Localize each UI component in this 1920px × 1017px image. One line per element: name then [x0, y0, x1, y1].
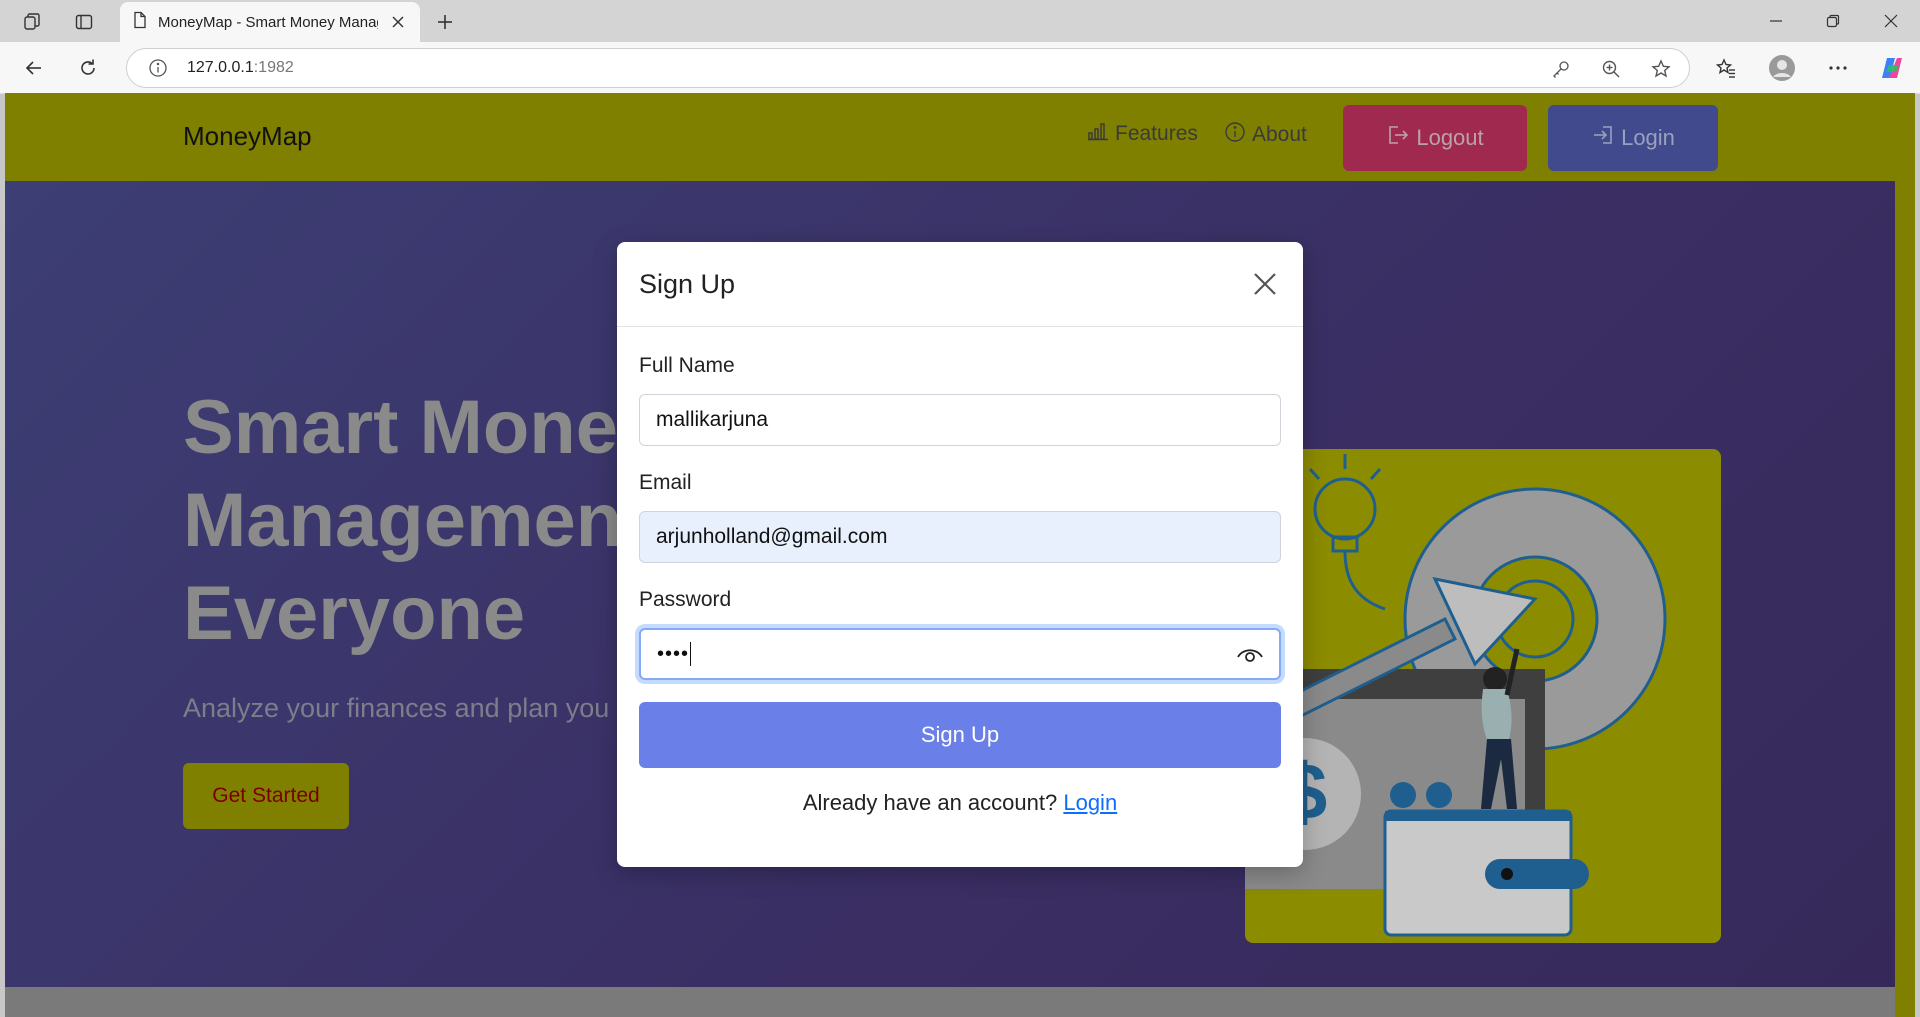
- login-prompt-text: Already have an account?: [802, 790, 1058, 815]
- password-label: Password: [639, 588, 732, 611]
- lightbulb-icon: [1308, 454, 1386, 611]
- modal-title: Sign Up: [639, 269, 736, 299]
- url-text: 127.0.0.1:1982: [187, 59, 294, 76]
- close-window-icon[interactable]: [1868, 6, 1914, 36]
- favorite-star-icon[interactable]: [1645, 53, 1677, 85]
- email-label: Email: [639, 471, 692, 494]
- info-circle-icon: [1224, 121, 1246, 149]
- profile-avatar-icon[interactable]: [1766, 52, 1798, 84]
- copilot-icon[interactable]: [1876, 52, 1908, 84]
- fullname-value: mallikarjuna: [656, 408, 769, 431]
- nav-link-about-label: About: [1252, 123, 1307, 146]
- new-tab-icon[interactable]: [430, 8, 460, 36]
- back-icon[interactable]: [18, 52, 50, 84]
- reload-icon[interactable]: [72, 52, 104, 84]
- password-value: ••••: [657, 642, 690, 665]
- logout-label: Logout: [1416, 125, 1484, 150]
- close-icon[interactable]: [1247, 266, 1283, 302]
- login-label: Login: [1621, 125, 1675, 150]
- signup-submit-button[interactable]: Sign Up: [639, 702, 1281, 768]
- active-tab[interactable]: MoneyMap - Smart Money Management: [120, 2, 420, 42]
- fullname-field[interactable]: mallikarjuna: [639, 394, 1281, 446]
- login-link[interactable]: Login: [1063, 790, 1117, 815]
- browser-toolbar: 127.0.0.1:1982: [0, 42, 1920, 94]
- tab-title: MoneyMap - Smart Money Management: [158, 13, 378, 31]
- brand-logo[interactable]: MoneyMap: [183, 121, 312, 152]
- password-field[interactable]: ••••: [639, 628, 1281, 680]
- hero-subtitle: Analyze your finances and plan you: [183, 693, 610, 723]
- vertical-tabs-icon[interactable]: [70, 8, 98, 36]
- email-value: arjunholland@gmail.com: [656, 525, 888, 548]
- tab-strip: MoneyMap - Smart Money Management: [0, 0, 1920, 42]
- logout-button[interactable]: Logout: [1343, 105, 1527, 171]
- favorites-icon[interactable]: [1710, 52, 1742, 84]
- zoom-icon[interactable]: [1595, 53, 1627, 85]
- logout-icon: [1386, 124, 1410, 152]
- more-menu-icon[interactable]: [1822, 52, 1854, 84]
- scrollbar[interactable]: [1895, 181, 1915, 1017]
- password-key-icon[interactable]: [1545, 53, 1577, 85]
- bar-chart-icon: [1087, 121, 1109, 147]
- fullname-label: Full Name: [639, 354, 735, 377]
- nav-link-features[interactable]: Features: [1087, 121, 1198, 147]
- page-footer-strip: [5, 987, 1895, 1017]
- site-info-icon[interactable]: [147, 57, 169, 79]
- email-field[interactable]: arjunholland@gmail.com: [639, 511, 1281, 563]
- page-icon: [132, 11, 148, 34]
- signup-modal: Sign Up Full Name mallikarjuna Email arj…: [617, 242, 1303, 867]
- nav-link-features-label: Features: [1115, 122, 1198, 145]
- address-bar[interactable]: 127.0.0.1:1982: [126, 48, 1690, 88]
- login-icon: [1591, 124, 1615, 152]
- workspaces-icon[interactable]: [18, 8, 46, 36]
- tab-close-icon[interactable]: [388, 12, 408, 32]
- get-started-button[interactable]: Get Started: [183, 763, 349, 829]
- login-prompt: Already have an account? Login: [617, 790, 1303, 816]
- eye-icon[interactable]: [1235, 642, 1265, 668]
- restore-icon[interactable]: [1810, 6, 1856, 36]
- nav-link-about[interactable]: About: [1224, 121, 1307, 149]
- modal-header: Sign Up: [617, 242, 1303, 327]
- minimize-icon[interactable]: [1753, 6, 1799, 36]
- site-navbar: MoneyMap Features About Logout Login: [5, 93, 1915, 181]
- hero-illustration: $: [1245, 449, 1721, 943]
- login-button[interactable]: Login: [1548, 105, 1718, 171]
- text-caret: [690, 642, 692, 666]
